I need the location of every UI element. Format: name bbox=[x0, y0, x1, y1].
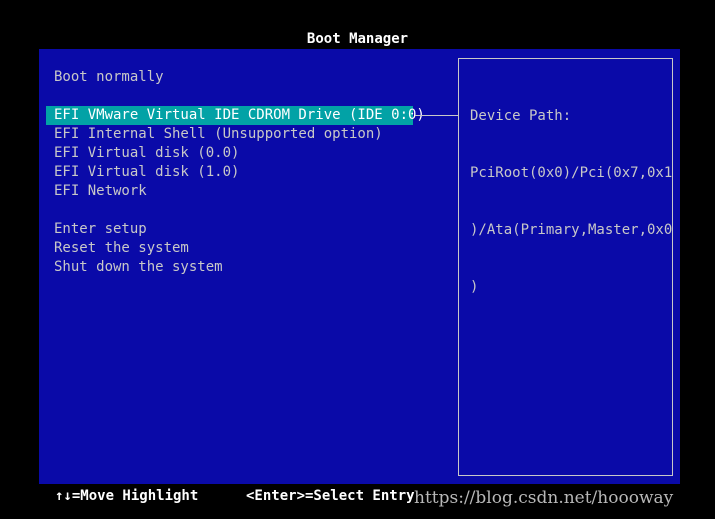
device-info-panel: Device Path: PciRoot(0x0)/Pci(0x7,0x1 )/… bbox=[458, 58, 673, 476]
selection-connector-line bbox=[415, 115, 458, 116]
menu-item-virtual-disk-0[interactable]: EFI Virtual disk (0.0) bbox=[46, 144, 413, 163]
boot-manager-screen: Boot Manager Boot normally EFI VMware Vi… bbox=[0, 0, 715, 519]
device-path-text: Device Path: PciRoot(0x0)/Pci(0x7,0x1 )/… bbox=[470, 69, 673, 335]
select-entry-hint: <Enter>=Select Entry bbox=[246, 488, 415, 504]
info-line-label: Device Path: bbox=[470, 108, 572, 124]
footer-hints: ↑↓=Move Highlight <Enter>=Select Entry h… bbox=[0, 487, 715, 508]
menu-item-cdrom-drive[interactable]: EFI VMware Virtual IDE CDROM Drive (IDE … bbox=[46, 106, 425, 125]
main-panel: Boot normally EFI VMware Virtual IDE CDR… bbox=[39, 49, 680, 484]
menu-item-enter-setup[interactable]: Enter setup bbox=[46, 220, 413, 239]
menu-item-boot-normally[interactable]: Boot normally bbox=[46, 68, 413, 87]
menu-item-network[interactable]: EFI Network bbox=[46, 182, 413, 201]
menu-spacer bbox=[46, 87, 413, 106]
move-highlight-hint: ↑↓=Move Highlight bbox=[55, 488, 199, 504]
menu-item-shut-down[interactable]: Shut down the system bbox=[46, 258, 413, 277]
info-line: PciRoot(0x0)/Pci(0x7,0x1 bbox=[470, 165, 673, 181]
info-line: )/Ata(Primary,Master,0x0 bbox=[470, 222, 673, 238]
menu-item-reset-system[interactable]: Reset the system bbox=[46, 239, 413, 258]
watermark-text: https://blog.csdn.net/hoooway bbox=[414, 488, 674, 508]
menu-spacer bbox=[46, 201, 413, 220]
menu-item-virtual-disk-1[interactable]: EFI Virtual disk (1.0) bbox=[46, 163, 413, 182]
menu-item-internal-shell[interactable]: EFI Internal Shell (Unsupported option) bbox=[46, 125, 413, 144]
boot-menu: Boot normally EFI VMware Virtual IDE CDR… bbox=[46, 68, 425, 277]
page-title: Boot Manager bbox=[306, 31, 409, 47]
info-line: ) bbox=[470, 279, 479, 295]
